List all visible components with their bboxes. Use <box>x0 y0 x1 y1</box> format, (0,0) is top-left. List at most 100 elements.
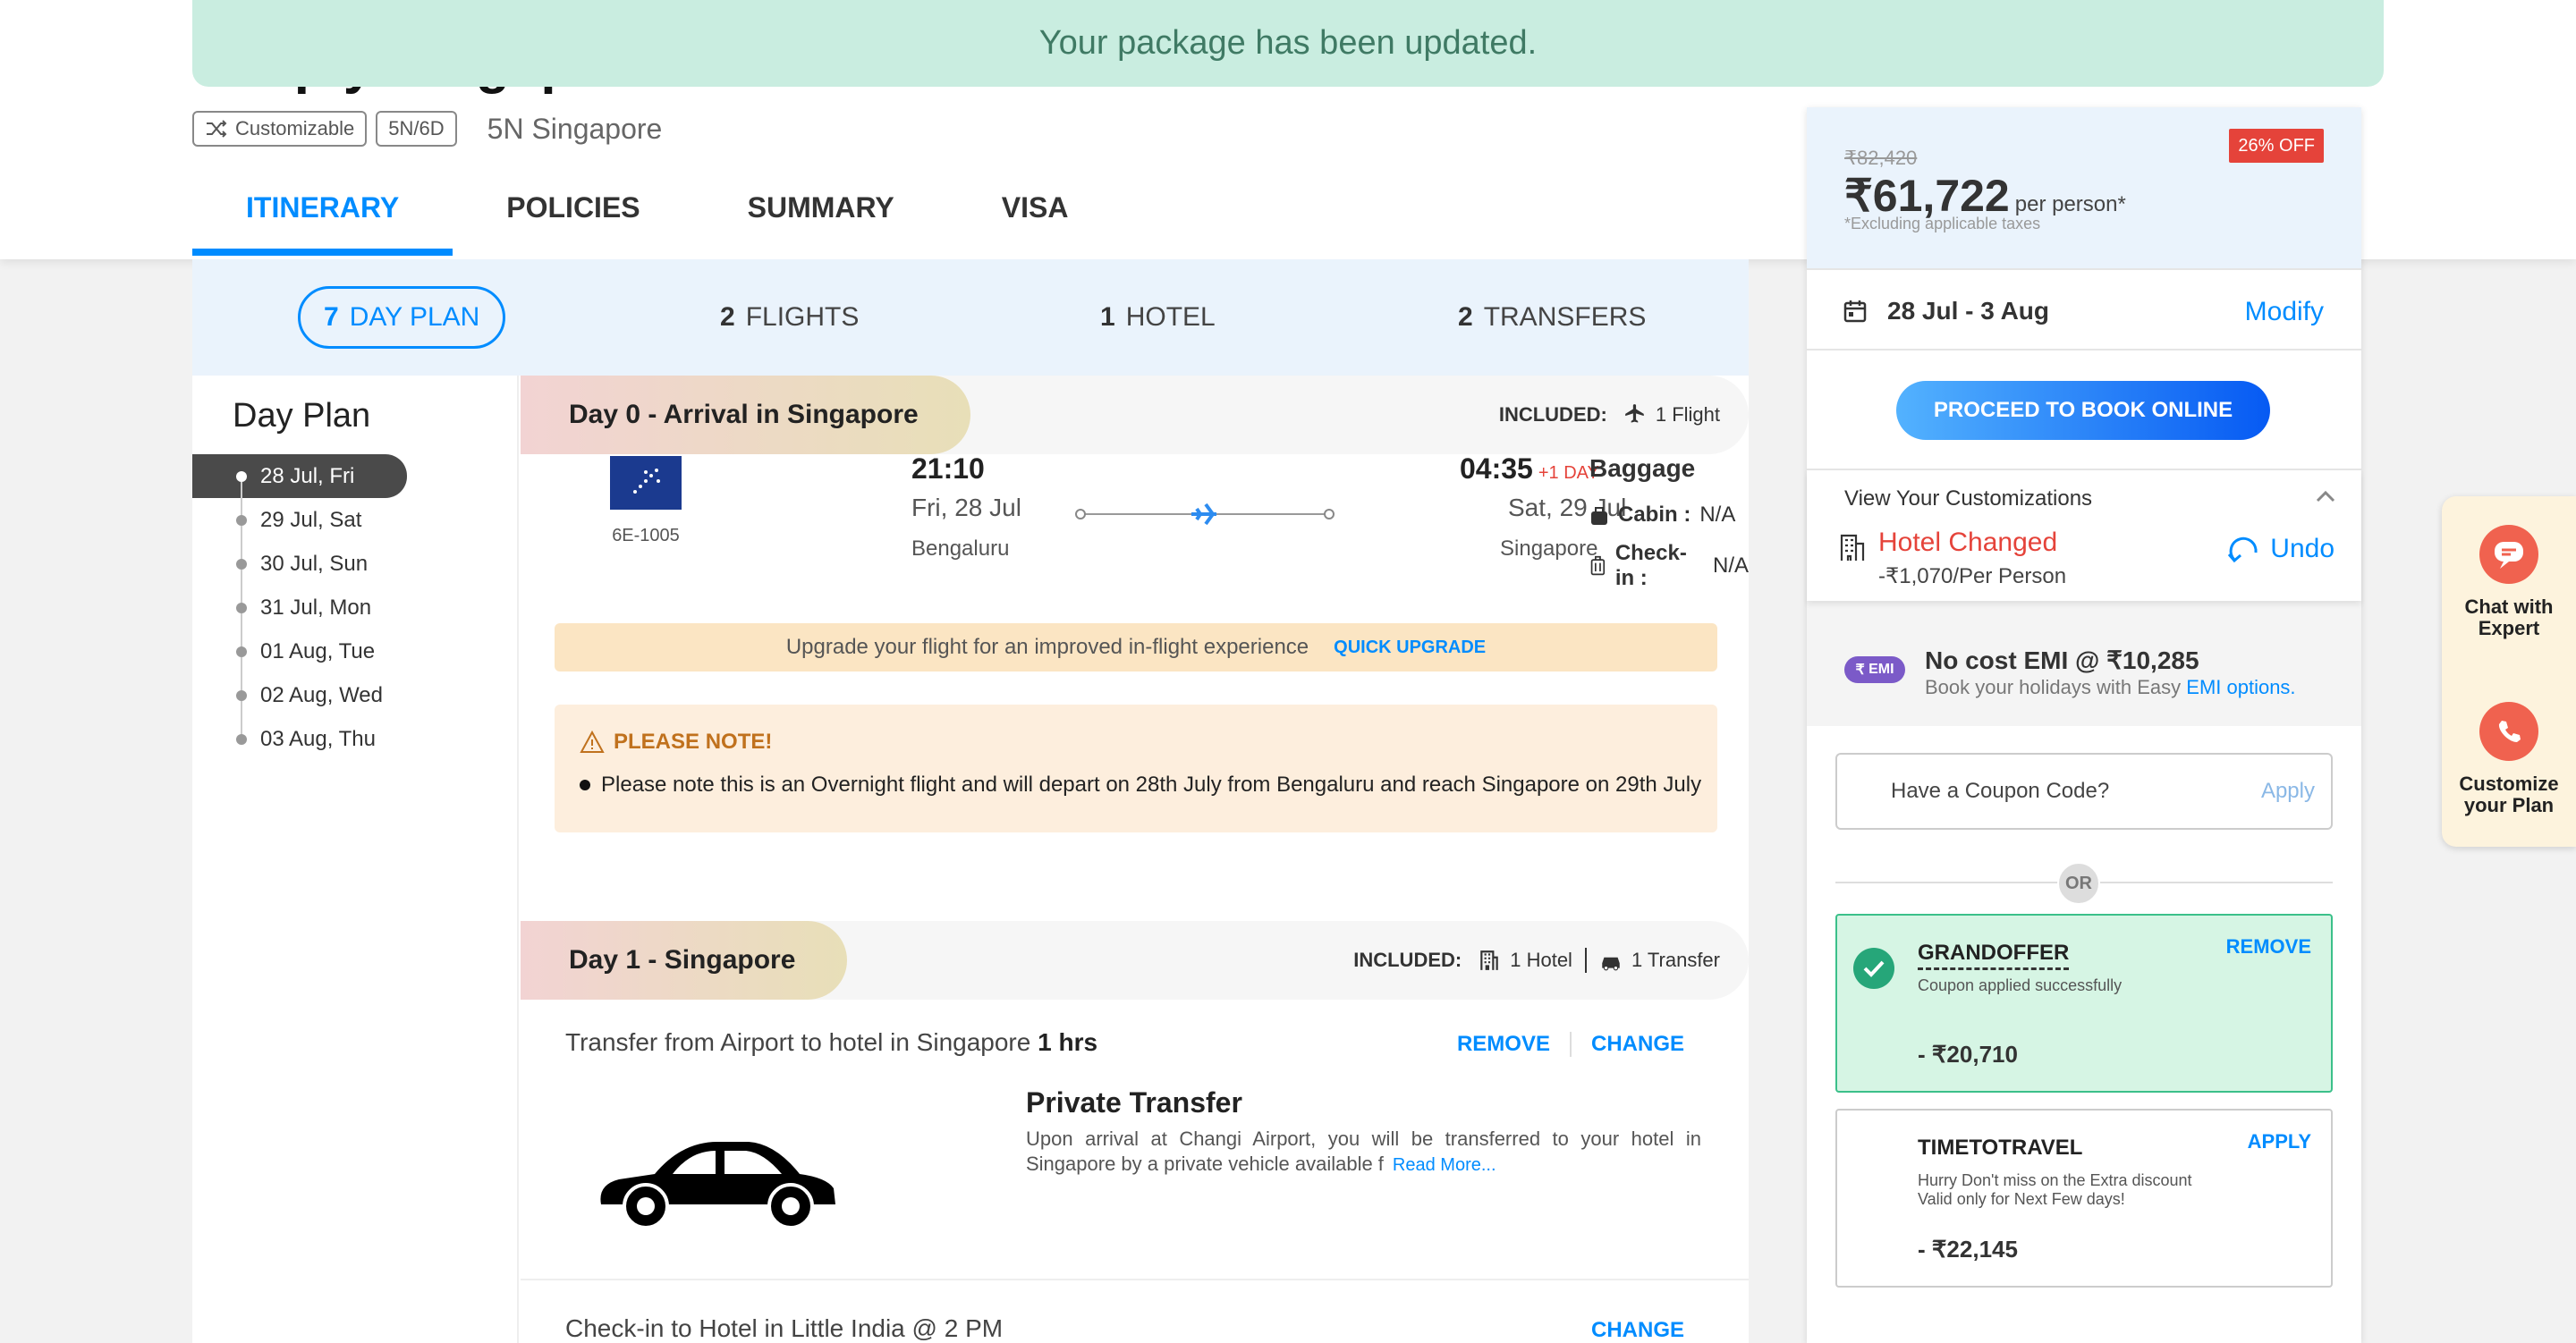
day-list: 28 Jul, Fri 29 Jul, Sat 30 Jul, Sun 31 J… <box>192 454 407 761</box>
airline-logo <box>610 456 682 510</box>
coupon-field: Apply <box>1835 753 2333 830</box>
subtab-day-plan[interactable]: 7 DAY PLAN <box>298 286 506 349</box>
update-toast: Your package has been updated. <box>192 0 2384 87</box>
remove-coupon-button[interactable]: REMOVE <box>2226 935 2311 959</box>
calendar-icon <box>1843 300 1867 323</box>
day-item[interactable]: 31 Jul, Mon <box>192 586 407 646</box>
tab-policies[interactable]: POLICIES <box>453 170 693 259</box>
overnight-note: PLEASE NOTE! Please note this is an Over… <box>555 705 1717 832</box>
coupon-code: GRANDOFFER <box>1918 941 2070 970</box>
destination-text: 5N Singapore <box>487 112 663 145</box>
coupon-input[interactable] <box>1891 779 2261 804</box>
emi-badge: ₹ EMI <box>1844 656 1905 683</box>
chat-with-expert-button[interactable]: Chat with Expert <box>2442 525 2576 639</box>
note-title: PLEASE NOTE! <box>580 730 772 755</box>
emi-options-link[interactable]: EMI options. <box>2186 676 2295 698</box>
day-0-label: Day 0 - Arrival in Singapore <box>521 376 970 454</box>
airplane-icon <box>1191 503 1216 526</box>
day-1-included: INCLUDED: 1 Hotel 1 Transfer <box>1353 948 1720 973</box>
flight-icon <box>1625 404 1644 423</box>
chevron-up-icon[interactable] <box>2315 488 2336 504</box>
apply-coupon-button[interactable]: Apply <box>2261 779 2315 804</box>
day-item[interactable]: 29 Jul, Sat <box>192 498 407 559</box>
apply-coupon-link[interactable]: APPLY <box>2248 1130 2311 1153</box>
departure-date: Fri, 28 Jul <box>911 494 1021 521</box>
hotel-changed-label: Hotel Changed <box>1878 528 2058 557</box>
cabin-bag-icon <box>1591 507 1607 525</box>
modify-dates-link[interactable]: Modify <box>2245 297 2324 327</box>
indigo-logo-icon <box>610 456 682 510</box>
flight-route <box>1075 501 1335 528</box>
chat-label: Chat with Expert <box>2464 595 2554 639</box>
tab-itinerary[interactable]: ITINERARY <box>192 170 453 259</box>
coupon-amount: - ₹20,710 <box>1918 1041 2018 1068</box>
tab-visa[interactable]: VISA <box>948 170 1123 259</box>
day-item[interactable]: 30 Jul, Sun <box>192 542 407 603</box>
undo-icon <box>2228 536 2258 563</box>
car-icon <box>1602 957 1620 971</box>
change-transfer-button[interactable]: CHANGE <box>1591 1032 1684 1057</box>
subtab-hotel[interactable]: 1 HOTEL <box>1100 286 1216 349</box>
phone-icon <box>2479 702 2538 761</box>
day-item[interactable]: 02 Aug, Wed <box>192 673 407 734</box>
luggage-icon <box>1590 555 1606 576</box>
main-tabs: ITINERARY POLICIES SUMMARY VISA <box>192 170 1122 259</box>
day-0-header: Day 0 - Arrival in Singapore INCLUDED: 1… <box>521 376 1749 454</box>
undo-button[interactable]: Undo <box>2227 533 2334 565</box>
change-hotel-button[interactable]: CHANGE <box>1591 1318 1684 1343</box>
read-more-link[interactable]: Read More... <box>1393 1155 1496 1175</box>
customizations-title[interactable]: View Your Customizations <box>1844 486 2092 511</box>
price-box: ₹82,420 ₹61,722 per person* *Excluding ap… <box>1807 107 2361 268</box>
hotel-building-icon <box>1840 534 1865 561</box>
hotel-checkin-text: Check-in to Hotel in Little India @ 2 PM <box>565 1314 1004 1342</box>
transfer-description: Transfer from Airport to hotel in Singap… <box>565 1028 1098 1056</box>
upgrade-banner: Upgrade your flight for an improved in-f… <box>555 623 1717 672</box>
private-transfer-desc: Upon arrival at Changi Airport, you will… <box>1026 1128 1701 1175</box>
hotel-icon <box>1480 950 1498 970</box>
cabin-baggage: Cabin : N/A <box>1589 503 1735 528</box>
proceed-to-book-button[interactable]: PROCEED TO BOOK ONLINE <box>1896 381 2270 440</box>
checkin-baggage: Check-in : N/A <box>1589 541 1749 591</box>
coupon-card-grandoffer: GRANDOFFER Coupon applied successfully -… <box>1835 914 2333 1093</box>
itinerary-subtabs: 7 DAY PLAN 2 FLIGHTS 1 HOTEL 2 TRANSFERS <box>192 259 1749 376</box>
check-circle-icon <box>1853 948 1894 989</box>
itinerary-content: Day 0 - Arrival in Singapore INCLUDED: 1… <box>521 376 1749 1343</box>
or-divider: OR <box>2057 862 2100 905</box>
transfer-actions: REMOVE CHANGE <box>1457 1032 1684 1057</box>
day-item[interactable]: 28 Jul, Fri <box>192 454 407 515</box>
shuffle-icon <box>207 120 227 138</box>
package-chips: Customizable 5N/6D 5N Singapore <box>192 111 662 147</box>
departure-city: Bengaluru <box>911 536 1010 561</box>
car-image-icon <box>600 1142 835 1229</box>
warning-icon <box>580 731 605 753</box>
day-1-label: Day 1 - Singapore <box>521 921 848 1000</box>
coupon-card-timetotravel[interactable]: TIMETOTRAVEL Hurry Don't miss on the Ext… <box>1835 1109 2333 1288</box>
emi-title: No cost EMI @ ₹10,285 <box>1925 646 2199 674</box>
day-plan-sidebar: Day Plan 28 Jul, Fri 29 Jul, Sat 30 Jul,… <box>192 376 519 1343</box>
customize-plan-button[interactable]: Customize your Plan <box>2442 702 2576 816</box>
coupon-code: TIMETOTRAVEL <box>1918 1136 2083 1160</box>
discount-badge: 26% OFF <box>2229 129 2324 163</box>
quick-upgrade-link[interactable]: QUICK UPGRADE <box>1334 638 1486 658</box>
taxes-note: *Excluding applicable taxes <box>1844 215 2041 232</box>
duration-chip: 5N/6D <box>376 111 457 147</box>
remove-transfer-button[interactable]: REMOVE <box>1457 1032 1550 1057</box>
checkin-actions: CHANGE <box>1591 1318 1684 1343</box>
tab-summary[interactable]: SUMMARY <box>694 170 948 259</box>
departure-time: 21:10 <box>911 452 985 485</box>
day-item[interactable]: 03 Aug, Thu <box>192 717 407 761</box>
baggage-title: Baggage <box>1589 454 1696 482</box>
arrival-time: 04:35 +1 DAY <box>1460 452 1599 485</box>
original-price: ₹82,420 <box>1844 147 1918 169</box>
travel-dates-row: 28 Jul - 3 Aug Modify <box>1807 268 2361 351</box>
day-1-header: Day 1 - Singapore INCLUDED: 1 Hotel 1 Tr… <box>521 921 1749 1000</box>
customizations-box: View Your Customizations Hotel Changed -… <box>1807 470 2361 601</box>
day-item[interactable]: 01 Aug, Tue <box>192 629 407 690</box>
coupon-amount: - ₹22,145 <box>1918 1236 2018 1263</box>
coupon-desc: Coupon applied successfully <box>1918 976 2123 994</box>
help-widget: Chat with Expert Customize your Plan <box>2442 496 2576 847</box>
coupon-area: Apply OR GRANDOFFER Coupon applied succe… <box>1807 726 2361 1343</box>
coupon-desc: Hurry Don't miss on the Extra discount Va… <box>1918 1171 2192 1208</box>
subtab-flights[interactable]: 2 FLIGHTS <box>720 286 859 349</box>
subtab-transfers[interactable]: 2 TRANSFERS <box>1458 286 1646 349</box>
